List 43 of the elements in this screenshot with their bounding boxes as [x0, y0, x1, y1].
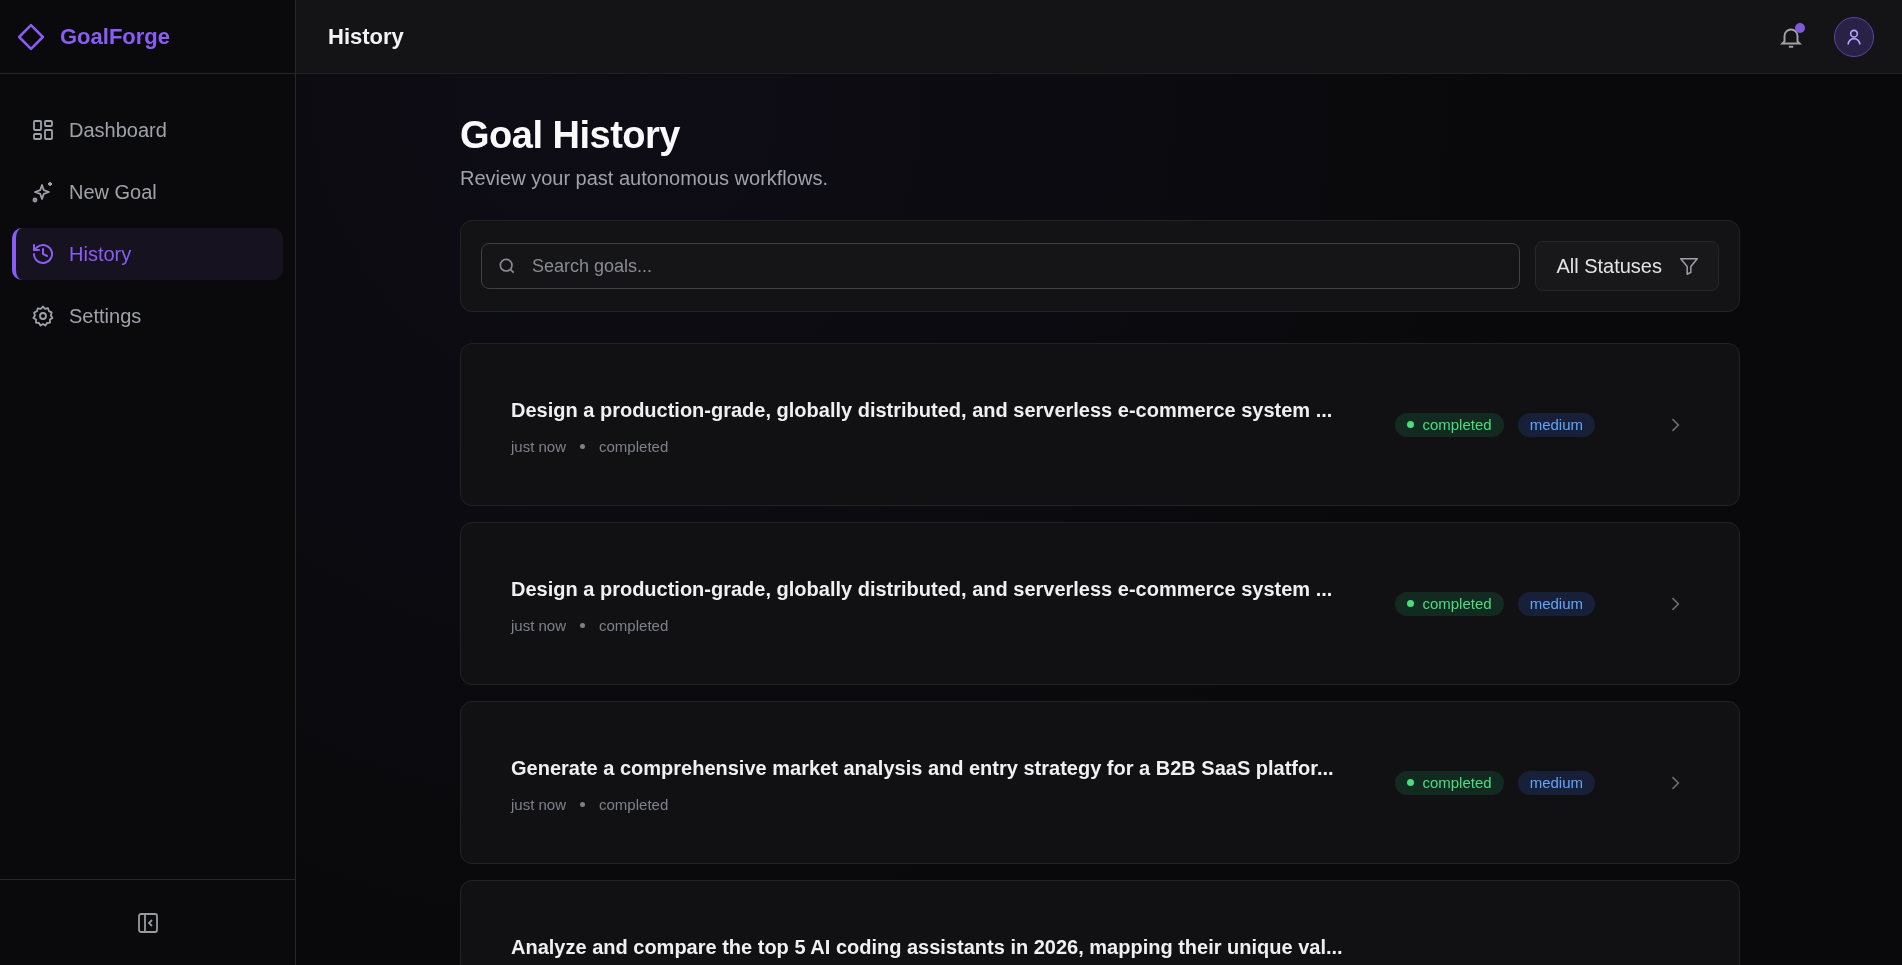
- status-badge: completed: [1395, 770, 1504, 795]
- sidebar-item[interactable]: Settings: [12, 290, 283, 342]
- goal-meta-status: completed: [599, 796, 669, 813]
- goal-time: just now: [511, 438, 567, 455]
- goal-card[interactable]: Analyze and compare the top 5 AI coding assistants in 2026, mapping their unique val...: [460, 880, 1740, 965]
- history-icon: [31, 242, 55, 266]
- priority-badge: medium: [1517, 770, 1595, 795]
- goal-title: Design a production-grade, globally distributed, and serverless e-commerce system ...: [511, 398, 1334, 422]
- goal-title: Analyze and compare the top 5 AI coding assistants in 2026, mapping their unique val...: [511, 935, 1344, 959]
- collapse-sidebar-button[interactable]: [135, 910, 160, 935]
- goal-card[interactable]: Design a production-grade, globally distributed, and serverless e-commerce system ... just now completed completed medium: [460, 343, 1740, 506]
- status-filter-dropdown[interactable]: All Statuses: [1535, 241, 1719, 291]
- notifications-button[interactable]: [1778, 23, 1804, 50]
- settings-icon: [31, 304, 55, 328]
- meta-separator-icon: [580, 623, 586, 628]
- goal-card[interactable]: Generate a comprehensive market analysis and entry strategy for a B2B SaaS platfor... just now completed completed medium: [460, 701, 1740, 864]
- goal-title: Generate a comprehensive market analysis and entry strategy for a B2B SaaS platfor...: [511, 756, 1335, 780]
- goal-time: just now: [511, 617, 567, 634]
- goal-title: Design a production-grade, globally distributed, and serverless e-commerce system ...: [511, 577, 1334, 601]
- sparkles-icon: [31, 180, 55, 204]
- sidebar-item[interactable]: New Goal: [12, 166, 283, 218]
- search-icon: [497, 256, 517, 276]
- grid-icon: [31, 118, 55, 142]
- header-title: History: [328, 23, 404, 50]
- goal-card[interactable]: Design a production-grade, globally distributed, and serverless e-commerce system ... just now completed completed medium: [460, 522, 1740, 685]
- diamond-logo-icon: [16, 21, 46, 52]
- meta-separator-icon: [580, 802, 586, 807]
- filter-icon: [1678, 255, 1700, 277]
- sidebar-item[interactable]: Dashboard: [12, 104, 283, 156]
- status-badge: completed: [1395, 412, 1504, 437]
- goal-meta-status: completed: [599, 438, 669, 455]
- sidebar-item[interactable]: History: [12, 228, 283, 280]
- search-field[interactable]: Search goals...: [481, 243, 1521, 289]
- status-badge: completed: [1395, 591, 1504, 616]
- page-title: Goal History: [460, 114, 681, 157]
- priority-badge: medium: [1517, 591, 1595, 616]
- brand-name: GoalForge: [60, 23, 170, 50]
- page-subtitle: Review your past autonomous workflows.: [460, 167, 829, 190]
- user-avatar[interactable]: [1834, 16, 1874, 57]
- goal-time: just now: [511, 796, 567, 813]
- priority-badge: medium: [1517, 412, 1595, 437]
- meta-separator-icon: [580, 444, 586, 449]
- goal-meta-status: completed: [599, 617, 669, 634]
